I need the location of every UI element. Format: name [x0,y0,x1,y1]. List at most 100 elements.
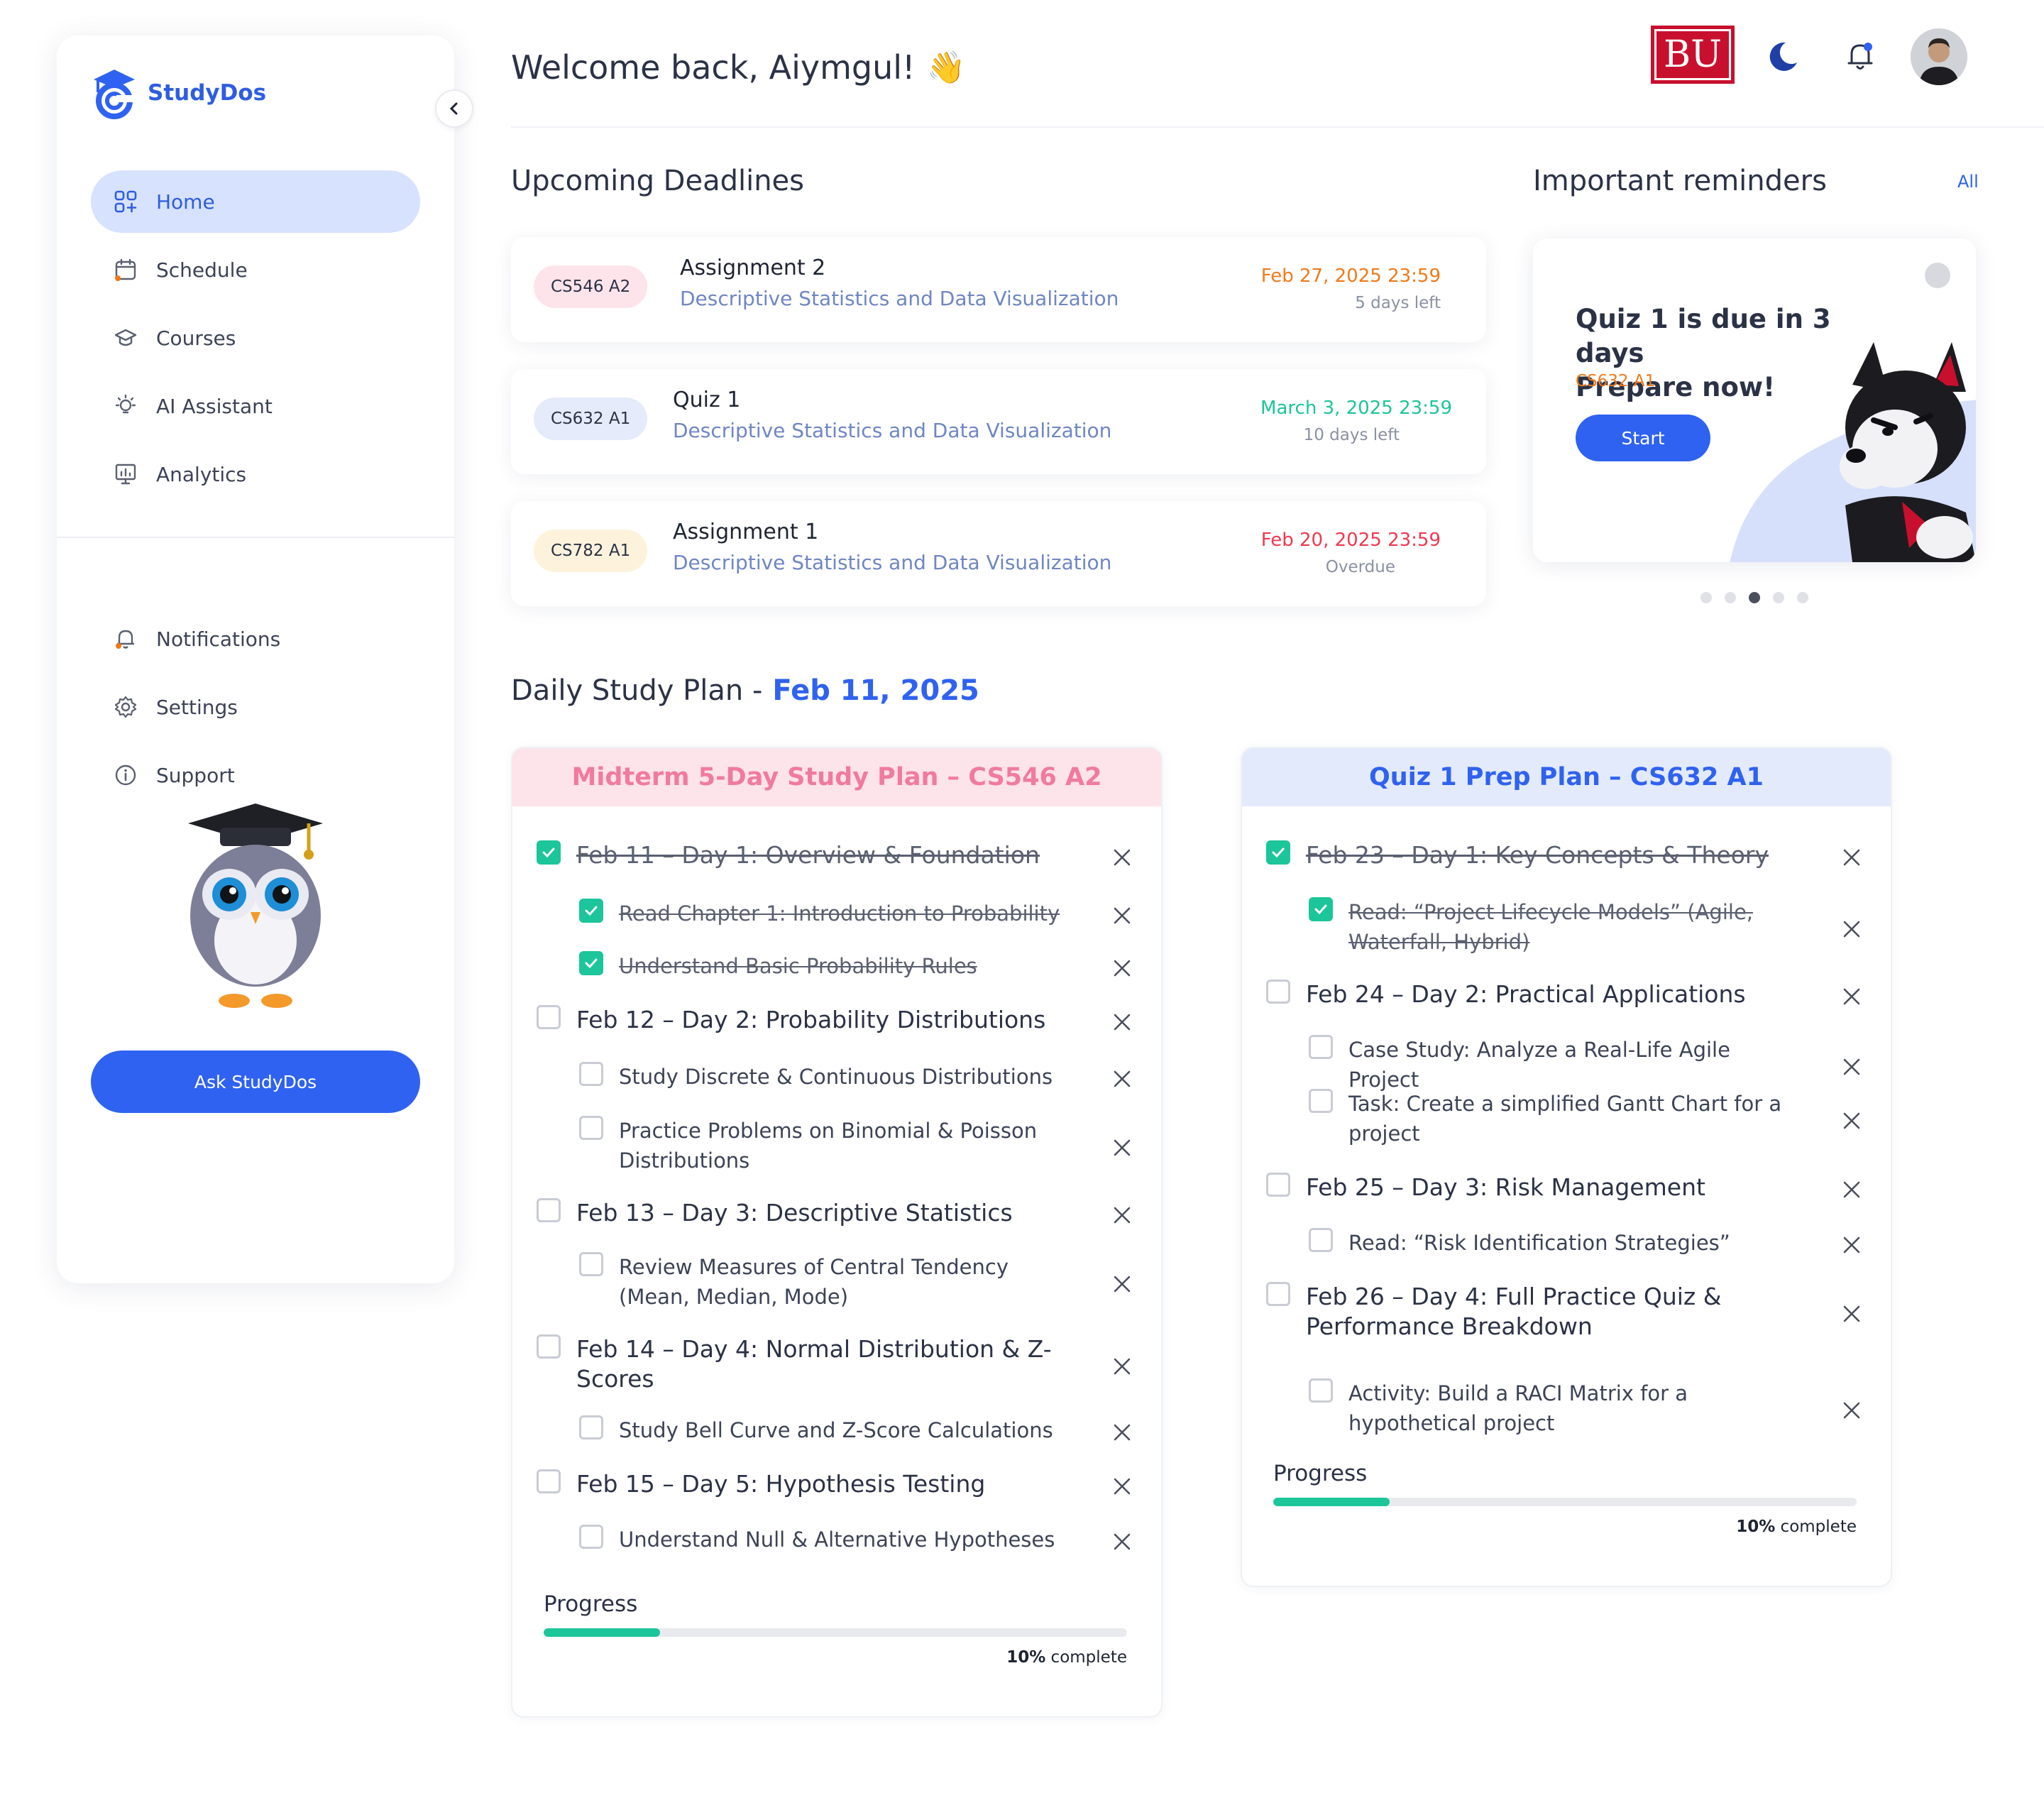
delete-task-icon[interactable] [1111,1011,1133,1033]
task-label: Read Chapter 1: Introduction to Probabil… [619,901,1060,926]
progress-fill [1273,1498,1390,1506]
task-checkbox[interactable] [537,1334,561,1359]
task-checkbox[interactable] [1309,897,1333,921]
owl-mascot-image [188,803,323,1008]
delete-task-icon[interactable] [1111,1068,1133,1090]
ask-studydos-button[interactable]: Ask StudyDos [91,1051,420,1113]
task-checkbox[interactable] [1266,1173,1290,1197]
checkmark-icon [542,848,555,858]
nav-item-home[interactable]: Home [91,170,420,233]
app-logo[interactable]: StudyDos [91,67,266,119]
collapse-sidebar-button[interactable] [435,89,473,128]
pagination-dot[interactable] [1773,592,1784,603]
nav-item-schedule[interactable]: Schedule [91,238,420,301]
user-avatar[interactable] [1911,28,1967,85]
delete-task-icon[interactable] [1111,905,1133,926]
bell-icon[interactable] [1842,38,1878,74]
task-label: Activity: Build a RACI Matrix for a hypo… [1348,1381,1688,1435]
task-label: Review Measures of Central Tendency (Mea… [619,1255,1009,1309]
task-checkbox[interactable] [579,1062,603,1086]
delete-task-icon[interactable] [1841,1179,1862,1200]
task-checkbox[interactable] [1309,1228,1333,1252]
task-label: Read: “Risk Identification Strategies” [1348,1231,1730,1255]
deadline-card[interactable]: CS632 A1 Quiz 1 Descriptive Statistics a… [511,369,1486,474]
delete-task-icon[interactable] [1841,1400,1862,1421]
delete-task-icon[interactable] [1111,1476,1133,1497]
nav-label: Settings [156,695,238,719]
studydos-logo-icon [94,70,138,119]
gear-icon [114,696,137,718]
delete-task-icon[interactable] [1111,1422,1133,1443]
task-checkbox[interactable] [1266,1282,1290,1306]
nav-item-ai-assistant[interactable]: AI Assistant [91,375,420,437]
dark-mode-moon-icon[interactable] [1764,38,1800,74]
app-root: StudyDos Home Schedule Courses AI Assist… [0,0,2044,1810]
deadline-subtitle: Descriptive Statistics and Data Visualiz… [673,551,1112,574]
chevron-left-icon [449,102,458,115]
task-checkbox[interactable] [537,1198,561,1222]
delete-task-icon[interactable] [1841,986,1862,1007]
delete-task-icon[interactable] [1111,1137,1133,1158]
task-checkbox[interactable] [579,1525,603,1549]
nav-item-notifications[interactable]: Notifications [91,608,420,670]
deadlines-title: Upcoming Deadlines [511,165,805,197]
task-checkbox[interactable] [579,1252,603,1276]
delete-task-icon[interactable] [1111,958,1133,979]
sub-task: Study Bell Curve and Z-Score Calculation… [579,1415,1062,1445]
start-button[interactable]: Start [1576,415,1710,461]
task-checkbox[interactable] [1309,1089,1333,1113]
nav-item-analytics[interactable]: Analytics [91,443,420,505]
task-label: Feb 26 – Day 4: Full Practice Quiz & Per… [1306,1283,1722,1340]
task-checkbox[interactable] [579,899,603,923]
task-checkbox[interactable] [1266,980,1290,1004]
nav-item-courses[interactable]: Courses [91,307,420,369]
delete-task-icon[interactable] [1841,1303,1862,1324]
pagination-dot[interactable] [1700,592,1712,603]
task-checkbox[interactable] [579,1415,603,1439]
nav-item-settings[interactable]: Settings [91,676,420,738]
deadline-date: Feb 27, 2025 23:59 [1260,265,1441,287]
delete-task-icon[interactable] [1111,847,1133,868]
task-checkbox[interactable] [537,1469,561,1493]
pagination-dot[interactable] [1749,592,1760,603]
pagination-dot[interactable] [1725,592,1736,603]
reminders-all-link[interactable]: All [1957,172,1979,192]
task-label: Study Bell Curve and Z-Score Calculation… [619,1418,1053,1442]
delete-task-icon[interactable] [1841,1110,1862,1131]
nav-item-support[interactable]: Support [91,744,420,806]
day-task: Feb 15 – Day 5: Hypothesis Testing [537,1469,1062,1499]
sub-task: Case Study: Analyze a Real-Life Agile Pr… [1309,1035,1791,1095]
pagination-dot[interactable] [1797,592,1808,603]
delete-task-icon[interactable] [1841,1234,1862,1256]
delete-task-icon[interactable] [1841,918,1862,940]
task-checkbox[interactable] [579,1116,603,1140]
task-checkbox[interactable] [537,1005,561,1029]
deadline-card[interactable]: CS546 A2 Assignment 2 Descriptive Statis… [511,237,1486,342]
task-checkbox[interactable] [1309,1035,1333,1059]
task-checkbox[interactable] [1266,840,1290,865]
header-divider [511,126,2044,128]
deadline-card[interactable]: CS782 A1 Assignment 1 Descriptive Statis… [511,501,1486,606]
task-checkbox[interactable] [537,840,561,865]
delete-task-icon[interactable] [1111,1273,1133,1295]
checkmark-icon [585,958,598,969]
dismiss-check-icon[interactable] [1925,263,1950,288]
graduation-cap-icon [114,329,137,346]
study-plan-date[interactable]: Feb 11, 2025 [772,674,979,707]
study-plan-heading: Daily Study Plan - Feb 11, 2025 [511,674,979,707]
delete-task-icon[interactable] [1841,847,1862,868]
delete-task-icon[interactable] [1111,1356,1133,1377]
sub-task: Review Measures of Central Tendency (Mea… [579,1252,1062,1312]
delete-task-icon[interactable] [1111,1531,1133,1552]
task-checkbox[interactable] [579,951,603,975]
task-label: Feb 14 – Day 4: Normal Distribution & Z-… [576,1335,1052,1393]
task-label: Feb 25 – Day 3: Risk Management [1306,1173,1705,1201]
delete-task-icon[interactable] [1111,1205,1133,1226]
task-label: Practice Problems on Binomial & Poisson … [619,1119,1038,1173]
deadline-title: Assignment 1 [673,520,819,544]
course-badge: CS546 A2 [534,265,648,308]
task-checkbox[interactable] [1309,1378,1333,1403]
delete-task-icon[interactable] [1841,1056,1862,1077]
day-task: Feb 12 – Day 2: Probability Distribution… [537,1005,1062,1035]
university-logo[interactable]: BU [1651,26,1735,84]
